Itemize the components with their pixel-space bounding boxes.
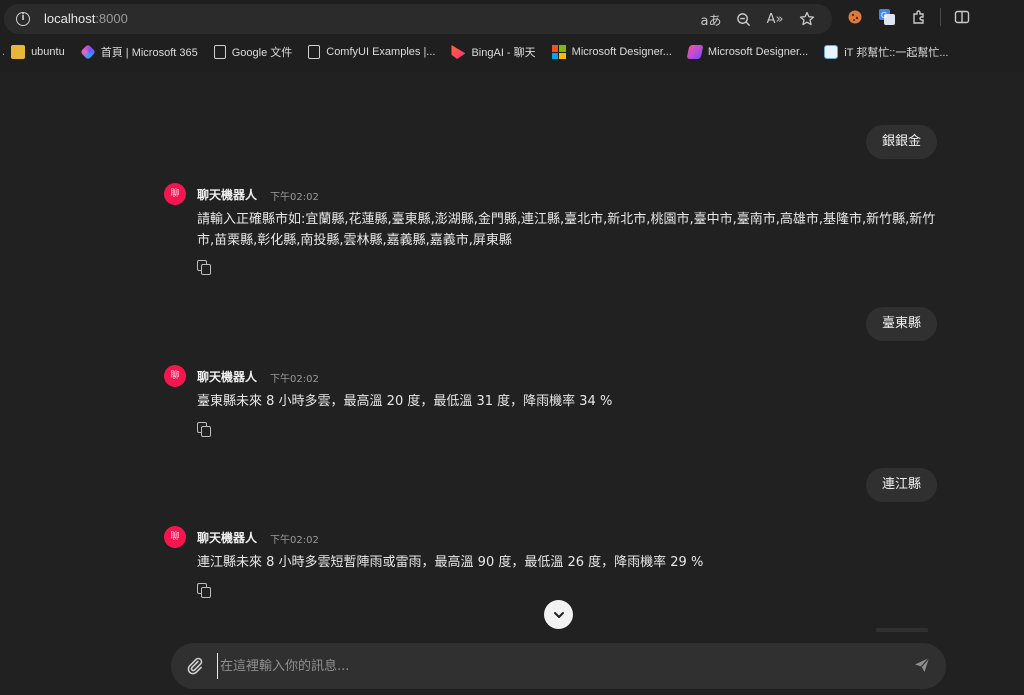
address-bar[interactable]: i localhost:8000 aあ A» [4,4,832,34]
ithelp-icon [824,45,839,59]
url-host: localhost [44,11,96,26]
send-icon[interactable] [913,656,933,676]
message-time: 下午02:02 [270,374,319,385]
user-message-text: 連江縣 [882,477,922,492]
bookmarks-overflow-icon[interactable]: . [2,46,5,58]
bookmarks-bar: . ubuntu 首頁 | Microsoft 365 Google 文件 Co… [0,40,1024,64]
document-icon [213,45,226,59]
partial-user-message [876,628,928,632]
copy-icon[interactable] [197,422,211,437]
chevron-down-icon [553,611,564,618]
extensions-puzzle-icon[interactable] [908,6,930,28]
bot-message: 聊 聊天機器人 下午02:02 臺東縣未來 8 小時多雲，最高溫 20 度，最低… [164,365,944,440]
read-aloud-icon[interactable]: A» [762,9,788,29]
bot-message-text: 請輸入正確縣市如:宜蘭縣,花蓮縣,臺東縣,澎湖縣,金門縣,連江縣,臺北市,新北市… [197,212,936,248]
bookmark-label: 首頁 | Microsoft 365 [100,47,198,59]
zoom-icon[interactable] [730,9,756,29]
scroll-to-bottom-button[interactable] [544,600,573,629]
bookmark-microsoft-designer-2[interactable]: Microsoft Designer... [686,45,809,59]
translate-icon[interactable]: aあ [698,9,724,29]
bookmark-ithelp[interactable]: iT 邦幫忙::一起幫忙... [824,44,949,60]
bookmark-microsoft365[interactable]: 首頁 | Microsoft 365 [79,44,198,60]
bot-name: 聊天機器人 [197,188,258,202]
url-port: :8000 [95,11,128,26]
folder-icon [11,45,26,59]
designer-icon [686,45,704,59]
cookie-extension-icon[interactable] [844,6,866,28]
user-message: 銀銀金 [866,125,938,159]
bookmark-google-docs[interactable]: Google 文件 [213,44,293,60]
bot-avatar: 聊 [164,526,186,548]
bookmark-bingai[interactable]: BingAI - 聊天 [451,44,536,60]
message-input[interactable] [217,653,897,679]
user-message: 連江縣 [866,468,938,502]
user-message-text: 銀銀金 [882,134,922,149]
chat-area: 銀銀金 聊 聊天機器人 下午02:02 請輸入正確縣市如:宜蘭縣,花蓮縣,臺東縣… [0,72,1024,695]
bot-name: 聊天機器人 [197,531,258,545]
microsoft365-icon [79,44,96,60]
bot-message-text: 臺東縣未來 8 小時多雲，最高溫 20 度，最低溫 31 度，降雨機率 34 % [197,394,613,409]
address-bar-tools: aあ A» [698,9,820,29]
bot-avatar: 聊 [164,183,186,205]
bookmark-ubuntu[interactable]: ubuntu [11,45,65,59]
message-time: 下午02:02 [270,535,319,546]
svg-text:G: G [881,11,887,20]
extensions-toolbar: G [844,6,973,28]
toolbar-divider [940,8,941,26]
url-text[interactable]: localhost:8000 [44,11,128,26]
user-message-text: 臺東縣 [882,316,922,331]
bot-message: 聊 聊天機器人 下午02:02 連江縣未來 8 小時多雲短暫陣雨或雷雨，最高溫 … [164,526,944,601]
user-message: 臺東縣 [866,307,938,341]
bookmark-label: Microsoft Designer... [571,46,672,58]
bookmark-label: ComfyUI Examples |... [326,46,436,58]
bookmark-label: iT 邦幫忙::一起幫忙... [844,47,949,59]
bot-message: 聊 聊天機器人 下午02:02 請輸入正確縣市如:宜蘭縣,花蓮縣,臺東縣,澎湖縣… [164,183,944,278]
split-screen-icon[interactable] [951,6,973,28]
bing-icon [451,45,466,59]
copy-icon[interactable] [197,583,211,598]
site-info-icon[interactable]: i [16,12,30,26]
bookmark-label: BingAI - 聊天 [471,47,536,59]
browser-chrome: i localhost:8000 aあ A» G . ubuntu 首頁 | M… [0,0,1024,72]
bookmark-microsoft-designer-1[interactable]: Microsoft Designer... [551,45,672,59]
document-icon [308,45,321,59]
paperclip-icon[interactable] [183,655,205,677]
bot-message-text: 連江縣未來 8 小時多雲短暫陣雨或雷雨，最高溫 90 度，最低溫 26 度，降雨… [197,555,704,570]
bookmark-comfyui[interactable]: ComfyUI Examples |... [308,45,435,59]
bookmark-label: Google 文件 [231,47,293,59]
google-translate-extension-icon[interactable]: G [876,6,898,28]
bot-avatar: 聊 [164,365,186,387]
favorite-star-icon[interactable] [794,9,820,29]
bot-name: 聊天機器人 [197,370,258,384]
bookmark-label: ubuntu [31,46,65,58]
copy-icon[interactable] [197,260,211,275]
bookmark-label: Microsoft Designer... [707,46,809,58]
microsoft-icon [551,45,566,59]
message-composer [171,643,946,689]
message-time: 下午02:02 [270,192,319,203]
